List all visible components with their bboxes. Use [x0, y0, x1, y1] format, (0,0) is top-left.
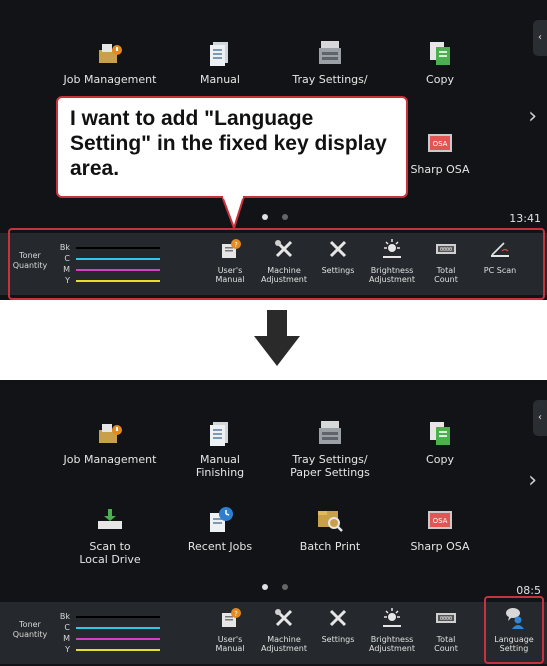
fixed-key-settings[interactable]: Settings [308, 602, 368, 664]
page-dot [282, 584, 288, 590]
page-dot [282, 214, 288, 220]
svg-text:?: ? [234, 610, 238, 618]
page-dot-active [262, 214, 268, 220]
toner-row-bk: Bk [56, 612, 166, 621]
job-management-icon [99, 44, 122, 63]
callout-text: I want to add "Language Setting" in the … [70, 107, 387, 180]
brightness-icon [383, 608, 401, 627]
app-copy[interactable]: Copy [375, 418, 505, 466]
side-tab-button[interactable]: ‹ [533, 20, 547, 56]
recent-jobs-icon [210, 507, 233, 532]
fixed-key-machine-adjustment[interactable]: Machine Adjustment [254, 602, 314, 664]
toner-row-m: M [56, 634, 166, 643]
callout-bubble: I want to add "Language Setting" in the … [56, 96, 408, 198]
next-page-arrow-icon[interactable]: › [528, 468, 537, 493]
clock: 13:41 [509, 212, 541, 225]
copy-icon [430, 422, 450, 445]
toner-row-y: Y [56, 645, 166, 654]
sharp-osa-icon: OSA [428, 134, 452, 152]
tray-settings-icon [319, 421, 341, 444]
side-tab-button[interactable]: ‹ [533, 400, 547, 436]
fixed-key-area-highlight [8, 228, 545, 300]
tray-settings-icon [319, 41, 341, 64]
manual-finishing-icon [210, 422, 228, 446]
svg-text:0000: 0000 [440, 616, 452, 622]
toner-quantity: Toner Quantity Bk C M Y [0, 602, 160, 664]
fixed-key-display-area: Toner Quantity Bk C M Y ? User's Manual … [0, 602, 547, 664]
fixed-key-total-count[interactable]: 0000 Total Count [416, 602, 476, 664]
home-screen-after: Job Management Manual Finishing Tray Set… [0, 380, 547, 666]
app-sharp-osa[interactable]: OSA Sharp OSA [375, 505, 505, 553]
copy-icon [430, 42, 450, 65]
svg-text:OSA: OSA [433, 517, 448, 525]
callout-pointer [222, 196, 246, 230]
fixed-key-brightness-adjustment[interactable]: Brightness Adjustment [362, 602, 422, 664]
next-page-arrow-icon[interactable]: › [528, 104, 537, 129]
toner-row-c: C [56, 623, 166, 632]
app-copy[interactable]: Copy [375, 38, 505, 86]
manual-icon [210, 42, 228, 66]
batch-print-icon [318, 511, 343, 532]
machine-adjustment-icon [275, 609, 293, 627]
page-dot-active [262, 584, 268, 590]
fixed-key-users-manual[interactable]: ? User's Manual [200, 602, 260, 664]
page-indicator [262, 205, 302, 224]
total-count-icon: 0000 [436, 613, 456, 623]
sharp-osa-icon: OSA [428, 511, 452, 529]
toner-title: Toner Quantity [12, 620, 48, 639]
users-manual-icon: ? [222, 608, 241, 627]
language-setting-highlight [484, 596, 544, 664]
settings-icon [329, 609, 347, 627]
job-management-icon [99, 424, 122, 443]
down-arrow-icon [254, 310, 300, 366]
scan-to-local-drive-icon [98, 509, 122, 529]
page-indicator [262, 575, 302, 594]
svg-text:OSA: OSA [433, 140, 448, 148]
